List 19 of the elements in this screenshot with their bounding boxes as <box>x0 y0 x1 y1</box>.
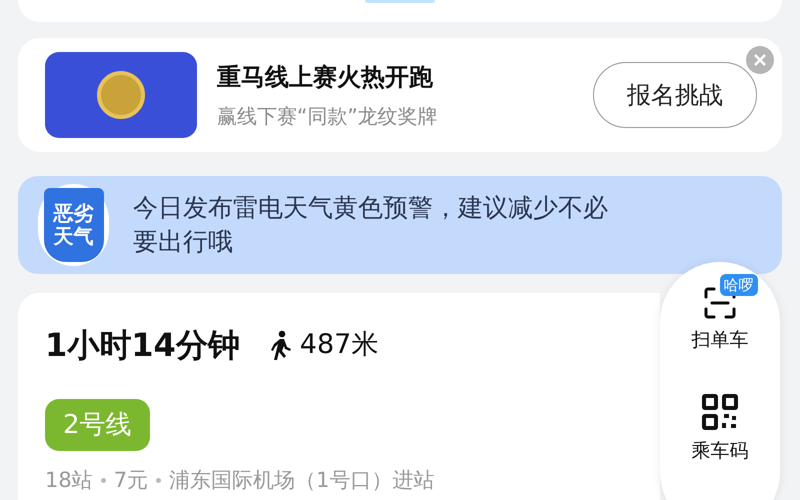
route-duration: 1小时14分钟 <box>45 325 240 366</box>
qr-code-icon <box>701 392 739 430</box>
badge-text: 天气 <box>54 225 94 248</box>
route-detail: 浦东国际机场（1号口）进站 <box>169 467 434 494</box>
brand-tag: 哈啰 <box>720 274 758 296</box>
close-icon[interactable] <box>746 46 774 74</box>
route-card[interactable]: 1小时14分钟 487米 2号线 18站 7元 浦东国际机场（1号口）进站 <box>18 293 660 500</box>
promo-subtitle: 赢线下赛“同款”龙纹奖牌 <box>217 103 439 130</box>
scan-bike-button[interactable]: 哈啰 扫单车 <box>678 274 762 354</box>
badge-text: 恶劣 <box>54 202 94 225</box>
promo-title: 重马线上赛火热开跑 <box>217 62 434 93</box>
route-detail: 18站 <box>45 467 93 494</box>
alert-message: 今日发布雷电天气黄色预警，建议减少不必要出行哦 <box>133 192 610 258</box>
tab-indicator <box>365 0 435 3</box>
ride-code-button[interactable]: 乘车码 <box>678 380 762 465</box>
walk-distance: 487米 <box>300 328 378 362</box>
subway-line-tag: 2号线 <box>45 399 150 451</box>
route-detail: 7元 <box>114 467 148 494</box>
walking-person-icon <box>270 330 292 360</box>
